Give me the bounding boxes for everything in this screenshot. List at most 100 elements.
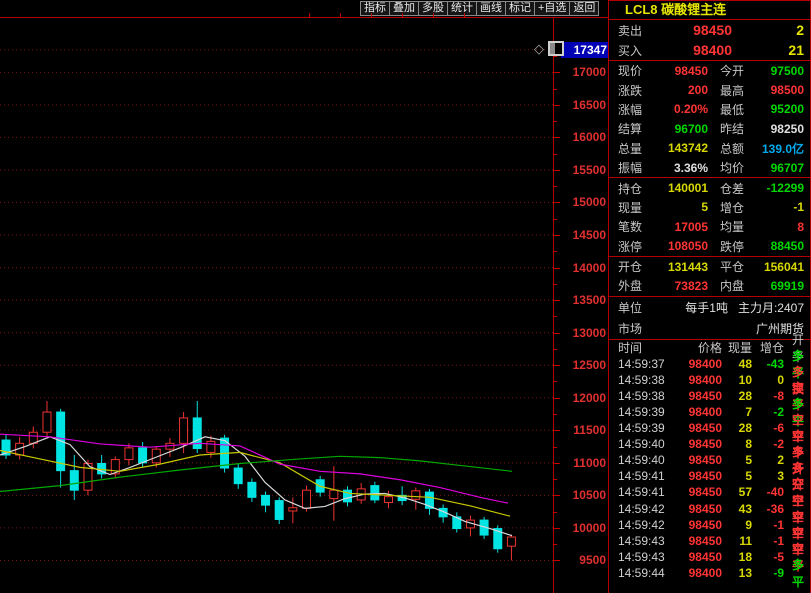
candle-bullish bbox=[507, 537, 515, 546]
quote-value: 140001 bbox=[652, 181, 708, 195]
kline-chart-canvas[interactable] bbox=[0, 17, 553, 593]
toolbar-button-标记[interactable]: 标记 bbox=[505, 1, 535, 16]
tape-position-change: -36 bbox=[752, 502, 784, 516]
quote-row: 涨跌200最高98500 bbox=[609, 80, 810, 99]
tape-time: 14:59:40 bbox=[618, 453, 676, 467]
toolbar-button-统计[interactable]: 统计 bbox=[447, 1, 477, 16]
toolbar-button-指标[interactable]: 指标 bbox=[360, 1, 390, 16]
quote-label: 平仓 bbox=[720, 258, 754, 275]
quote-label: 增仓 bbox=[720, 199, 754, 216]
candle-bullish bbox=[303, 490, 311, 508]
tape-volume: 8 bbox=[722, 437, 752, 451]
price-axis-label: 14000 bbox=[562, 261, 606, 275]
quote-row: 持仓140001仓差-12299 bbox=[609, 178, 810, 197]
quote-value: 98450 bbox=[652, 64, 708, 78]
price-axis-label: 12000 bbox=[562, 391, 606, 405]
axis-minor-tick bbox=[554, 56, 557, 57]
axis-minor-tick bbox=[554, 284, 557, 285]
bid-row[interactable]: 买入 98400 21 bbox=[609, 40, 810, 60]
candle-bearish bbox=[70, 471, 78, 491]
quote-value: 139.0亿 bbox=[754, 140, 804, 157]
quote-value: 69919 bbox=[754, 279, 804, 293]
tape-time: 14:59:40 bbox=[618, 437, 676, 451]
tape-price: 98400 bbox=[676, 357, 722, 371]
tape-row: 14:59:389845028-8空平 bbox=[609, 388, 810, 404]
tick-tape-list[interactable]: 14:59:379840048-43多平14:59:3898400100多换14… bbox=[609, 356, 810, 581]
price-axis-label: 10000 bbox=[562, 521, 606, 535]
tape-time: 14:59:43 bbox=[618, 550, 676, 564]
axis-minor-tick bbox=[554, 381, 557, 382]
quote-value: 96700 bbox=[652, 122, 708, 136]
axis-major-tick bbox=[554, 560, 560, 561]
tape-volume: 57 bbox=[722, 485, 752, 499]
axis-major-tick bbox=[554, 170, 560, 171]
quote-label: 振幅 bbox=[618, 159, 652, 176]
ask-label: 卖出 bbox=[618, 22, 660, 39]
chart-corner-controls: ◇ bbox=[534, 41, 564, 56]
axis-major-tick bbox=[554, 528, 560, 529]
kline-chart[interactable]: ◇ bbox=[0, 17, 553, 593]
ask-quantity: 2 bbox=[732, 22, 804, 38]
tape-volume: 43 bbox=[722, 502, 752, 516]
bid-price: 98400 bbox=[660, 42, 732, 58]
candle-bearish bbox=[262, 495, 270, 505]
toolbar-button-画线[interactable]: 画线 bbox=[476, 1, 506, 16]
quote-value: 17005 bbox=[652, 220, 708, 234]
quote-label: 外盘 bbox=[618, 277, 652, 294]
axis-major-tick bbox=[554, 495, 560, 496]
tape-position-change: -1 bbox=[752, 534, 784, 548]
window-pane-icon[interactable] bbox=[548, 41, 564, 56]
tape-column-header: 时间 bbox=[618, 339, 676, 356]
quote-row: 振幅3.36%均价96707 bbox=[609, 158, 810, 177]
candle-bearish bbox=[248, 482, 256, 497]
quote-label: 总量 bbox=[618, 140, 652, 157]
quote-value: 108050 bbox=[652, 239, 708, 253]
tape-row: 14:59:409845052多开 bbox=[609, 452, 810, 468]
tape-volume: 7 bbox=[722, 405, 752, 419]
tape-position-change: -6 bbox=[752, 421, 784, 435]
tape-volume: 10 bbox=[722, 373, 752, 387]
quote-value: 200 bbox=[652, 83, 708, 97]
price-axis-label: 9500 bbox=[562, 553, 606, 567]
candle-bullish bbox=[289, 508, 297, 511]
tape-position-change: 2 bbox=[752, 453, 784, 467]
candle-bearish bbox=[275, 501, 283, 520]
axis-major-tick bbox=[554, 463, 560, 464]
price-axis-label: 11000 bbox=[562, 456, 606, 470]
ask-row[interactable]: 卖出 98450 2 bbox=[609, 20, 810, 40]
market-label: 市场 bbox=[618, 320, 652, 337]
quote-value: 3.36% bbox=[652, 161, 708, 175]
price-axis-label: 17000 bbox=[562, 65, 606, 79]
market-row: 市场 广州期货 bbox=[609, 318, 810, 339]
tape-price: 98450 bbox=[676, 518, 722, 532]
toolbar: 指标叠加多股统计画线标记+自选返回 bbox=[361, 1, 599, 16]
axis-minor-tick bbox=[554, 447, 557, 448]
quote-value: 96707 bbox=[754, 161, 804, 175]
toolbar-button-+自选[interactable]: +自选 bbox=[534, 1, 570, 16]
diamond-marker-icon[interactable]: ◇ bbox=[534, 42, 544, 55]
quote-row: 结算96700昨结98250 bbox=[609, 119, 810, 138]
price-axis-label: 13500 bbox=[562, 293, 606, 307]
quote-value: 156041 bbox=[754, 260, 804, 274]
candle-bullish bbox=[125, 448, 133, 460]
tape-row: 14:59:419845057-40空平 bbox=[609, 484, 810, 500]
price-axis-label: 16000 bbox=[562, 130, 606, 144]
quote-value: 8 bbox=[754, 220, 804, 234]
tape-time: 14:59:39 bbox=[618, 421, 676, 435]
toolbar-button-叠加[interactable]: 叠加 bbox=[389, 1, 419, 16]
axis-minor-tick bbox=[554, 219, 557, 220]
tape-row: 14:59:3898400100多换 bbox=[609, 372, 810, 388]
tape-position-change: -43 bbox=[752, 357, 784, 371]
tape-volume: 5 bbox=[722, 453, 752, 467]
tape-time: 14:59:41 bbox=[618, 485, 676, 499]
quote-value: -12299 bbox=[754, 181, 804, 195]
tape-time: 14:59:39 bbox=[618, 405, 676, 419]
tape-time: 14:59:41 bbox=[618, 469, 676, 483]
toolbar-button-返回[interactable]: 返回 bbox=[569, 1, 599, 16]
tape-row: 14:59:439845018-5空平 bbox=[609, 549, 810, 565]
quote-row: 总量143742总额139.0亿 bbox=[609, 139, 810, 158]
tape-position-change: -5 bbox=[752, 550, 784, 564]
quote-value: 98250 bbox=[754, 122, 804, 136]
tape-time: 14:59:37 bbox=[618, 357, 676, 371]
bid-quantity: 21 bbox=[732, 42, 804, 58]
